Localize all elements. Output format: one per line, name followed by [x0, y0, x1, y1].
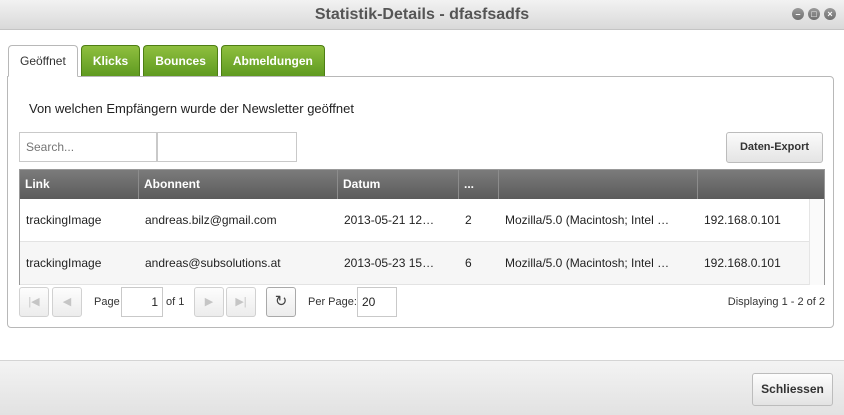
- cell-ip: 192.168.0.101: [704, 256, 781, 270]
- per-page-input[interactable]: 20: [357, 287, 397, 317]
- paging-toolbar: |◀ ◀ Page 1 of 1 ▶ ▶| ↻ Per Page: 20 Dis…: [19, 287, 825, 319]
- refresh-icon[interactable]: ↻: [266, 287, 296, 317]
- last-page-icon[interactable]: ▶|: [226, 287, 256, 317]
- close-button[interactable]: Schliessen: [752, 373, 833, 406]
- cell-abonnent: andreas.bilz@gmail.com: [145, 213, 277, 227]
- tab-geoeffnet[interactable]: Geöffnet: [8, 45, 78, 77]
- window-controls: – □ ×: [792, 8, 836, 20]
- cell-count: 2: [465, 213, 472, 227]
- table-row[interactable]: trackingImage andreas@subsolutions.at 20…: [20, 242, 809, 285]
- column-header-ip[interactable]: [698, 170, 824, 199]
- cell-link: trackingImage: [26, 213, 102, 227]
- dialog-content: Geöffnet Klicks Bounces Abmeldungen Von …: [0, 30, 844, 360]
- first-page-icon[interactable]: |◀: [19, 287, 49, 317]
- grid-header: Link Abonnent Datum ...: [20, 170, 824, 199]
- prev-page-icon[interactable]: ◀: [52, 287, 82, 317]
- cell-user-agent: Mozilla/5.0 (Macintosh; Intel …: [505, 213, 670, 227]
- window-title: Statistik-Details - dfasfsadfs: [314, 6, 530, 23]
- next-page-icon[interactable]: ▶: [194, 287, 224, 317]
- tab-panel: Von welchen Empfängern wurde der Newslet…: [7, 76, 834, 328]
- grid-scrollbar[interactable]: [809, 199, 824, 285]
- panel-heading: Von welchen Empfängern wurde der Newslet…: [29, 101, 354, 116]
- table-row[interactable]: trackingImage andreas.bilz@gmail.com 201…: [20, 199, 809, 242]
- cell-ip: 192.168.0.101: [704, 213, 781, 227]
- tab-klicks[interactable]: Klicks: [80, 45, 141, 76]
- page-count-label: of 1: [166, 296, 185, 308]
- search-input[interactable]: [19, 132, 157, 162]
- cell-datum: 2013-05-21 12…: [344, 213, 435, 227]
- column-header-count[interactable]: ...: [459, 170, 499, 199]
- column-header-abonnent[interactable]: Abonnent: [139, 170, 338, 199]
- cell-datum: 2013-05-23 15…: [344, 256, 435, 270]
- cell-link: trackingImage: [26, 256, 102, 270]
- minimize-icon[interactable]: –: [792, 8, 804, 20]
- tab-bounces[interactable]: Bounces: [143, 45, 218, 76]
- column-header-user-agent[interactable]: [499, 170, 698, 199]
- column-header-datum[interactable]: Datum: [338, 170, 459, 199]
- search-secondary-field[interactable]: [157, 132, 297, 162]
- dialog-footer: Schliessen: [0, 360, 844, 415]
- page-number-input[interactable]: 1: [121, 287, 163, 317]
- cell-user-agent: Mozilla/5.0 (Macintosh; Intel …: [505, 256, 670, 270]
- tab-bar: Geöffnet Klicks Bounces Abmeldungen: [8, 45, 325, 77]
- cell-abonnent: andreas@subsolutions.at: [145, 256, 281, 270]
- data-export-button[interactable]: Daten-Export: [726, 132, 823, 163]
- close-icon[interactable]: ×: [824, 8, 836, 20]
- column-header-link[interactable]: Link: [20, 170, 139, 199]
- maximize-icon[interactable]: □: [808, 8, 820, 20]
- tab-abmeldungen[interactable]: Abmeldungen: [220, 45, 325, 76]
- title-bar: Statistik-Details - dfasfsadfs – □ ×: [0, 0, 844, 30]
- per-page-label: Per Page:: [308, 296, 357, 308]
- data-grid: Link Abonnent Datum ... trackingImage an…: [19, 169, 825, 285]
- page-label: Page: [94, 296, 120, 308]
- cell-count: 6: [465, 256, 472, 270]
- displaying-status: Displaying 1 - 2 of 2: [727, 296, 825, 308]
